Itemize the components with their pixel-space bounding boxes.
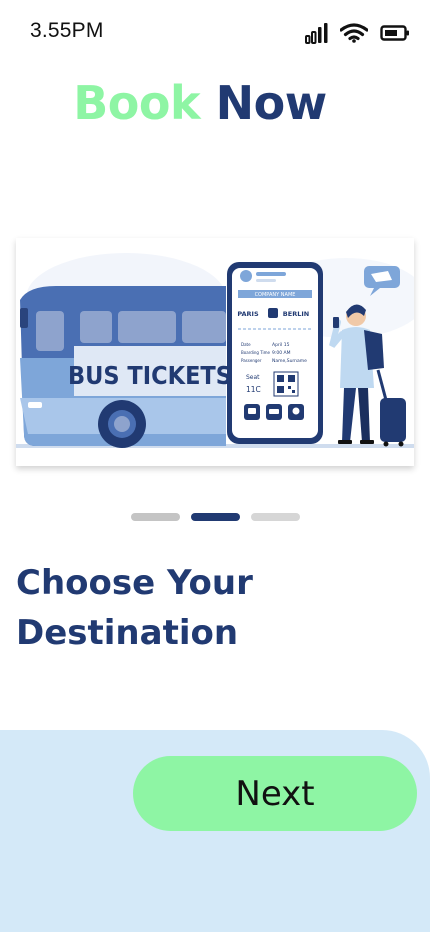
bus-graphic: BUS TICKETS [20, 286, 232, 448]
svg-text:11C: 11C [246, 385, 261, 394]
status-time: 3.55PM [30, 19, 104, 42]
svg-text:Passenger: Passenger [241, 358, 262, 363]
pagination-dot-1[interactable] [130, 513, 180, 521]
app-title: Book Now [0, 76, 400, 130]
app-title-now: Now [215, 76, 328, 130]
svg-text:Seat: Seat [246, 374, 260, 381]
svg-text:Date: Date [241, 342, 251, 347]
headline-line-2: Destination [16, 613, 239, 653]
pagination-dot-3[interactable] [250, 513, 300, 521]
cellular-signal-icon [305, 23, 328, 44]
status-icons [305, 22, 410, 44]
next-button[interactable]: Next [133, 756, 417, 831]
onboarding-headline: Choose Your Destination [16, 558, 396, 658]
svg-text:COMPANY NAME: COMPANY NAME [255, 292, 296, 298]
bus-label: BUS TICKETS [68, 361, 232, 390]
pagination-dots [0, 513, 430, 521]
app-title-book: Book [73, 76, 201, 130]
bus-tickets-illustration: BUS TICKETS COMPANY NAME PARIS BERLIN Da… [16, 238, 426, 466]
svg-text:PARIS: PARIS [237, 310, 259, 318]
headline-line-1: Choose Your [16, 563, 253, 603]
svg-text:BERLIN: BERLIN [283, 310, 309, 318]
status-bar: 3.55PM [0, 0, 430, 64]
onboarding-illustration: BUS TICKETS COMPANY NAME PARIS BERLIN Da… [16, 238, 426, 466]
pagination-dot-2-active[interactable] [190, 513, 240, 521]
battery-icon [380, 25, 409, 41]
svg-text:Boarding Time: Boarding Time [241, 350, 271, 355]
svg-text:April 15: April 15 [272, 342, 290, 348]
svg-text:9:00 AM: 9:00 AM [272, 350, 291, 356]
phone-ticket-graphic: COMPANY NAME PARIS BERLIN Date April 15 … [227, 262, 323, 444]
svg-text:Name,Surname: Name,Surname [272, 358, 307, 364]
wifi-icon [340, 23, 368, 43]
